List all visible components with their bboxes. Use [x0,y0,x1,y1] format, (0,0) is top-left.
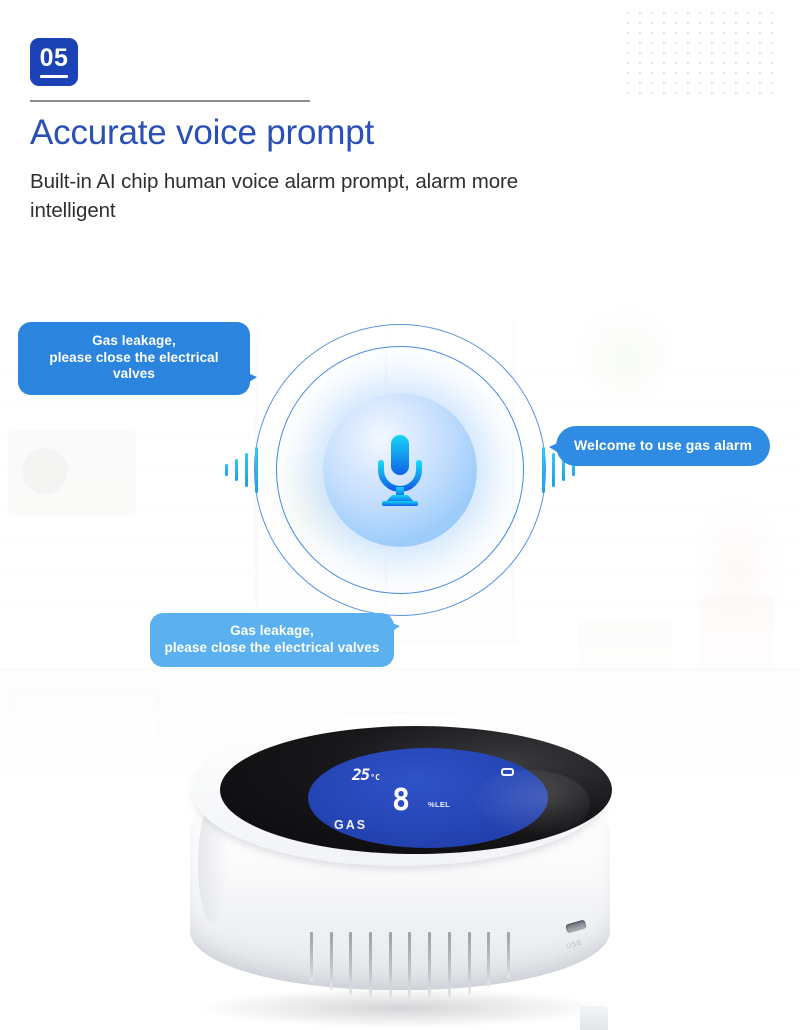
battery-icon [501,768,514,776]
device-glass-panel[interactable]: 25°C 8 %LEL GAS [220,726,612,854]
page-title: Accurate voice prompt [30,113,375,152]
gas-alarm-device: USB 25°C 8 %LEL GAS [176,706,626,1030]
bubble-line-1: Gas leakage, [230,623,314,638]
lcd-temperature: 25°C [352,765,380,784]
page-subtitle: Built-in AI chip human voice alarm promp… [30,169,519,223]
lcd-temperature-unit: °C [370,773,380,782]
speech-bubble-alarm-left: Gas leakage, please close the electrical… [18,322,257,396]
voice-orb [323,393,477,547]
dot-grid-decoration [622,8,780,100]
lcd-gas-value: 8 [392,783,410,818]
step-badge-underline [40,75,68,78]
bubble-line-1: Gas leakage, [92,333,176,348]
step-badge: 05 [30,38,78,86]
microphone-icon [378,435,422,506]
lcd-gas-unit: %LEL [428,800,451,809]
sound-wave-left [225,447,258,493]
usb-connector-icon [565,919,587,934]
speech-bubble-alarm-bottom: Gas leakage, please close the electrical… [150,613,400,668]
usb-port-label: USB [565,939,584,951]
device-side-tab [580,1006,608,1030]
bubble-line-2: please close the electrical valves [164,639,380,655]
background-cabinet [10,692,160,780]
header-divider [30,100,310,102]
device-top-shell: 25°C 8 %LEL GAS [192,714,612,866]
lcd-gas-label: GAS [334,818,368,832]
bubble-line-2: please close the electrical valves [49,349,219,382]
device-vent-slots [310,932,510,1010]
device-lcd-screen: 25°C 8 %LEL GAS [308,748,548,848]
device-usb-port[interactable]: USB [565,919,592,966]
feature-header: 05 Accurate voice prompt Built-in AI chi… [30,38,590,226]
speech-bubble-welcome-right: Welcome to use gas alarm [549,426,770,467]
product-feature-page: 05 Accurate voice prompt Built-in AI chi… [0,0,800,1030]
step-badge-number: 05 [39,44,69,72]
lcd-temperature-value: 25 [352,765,370,784]
